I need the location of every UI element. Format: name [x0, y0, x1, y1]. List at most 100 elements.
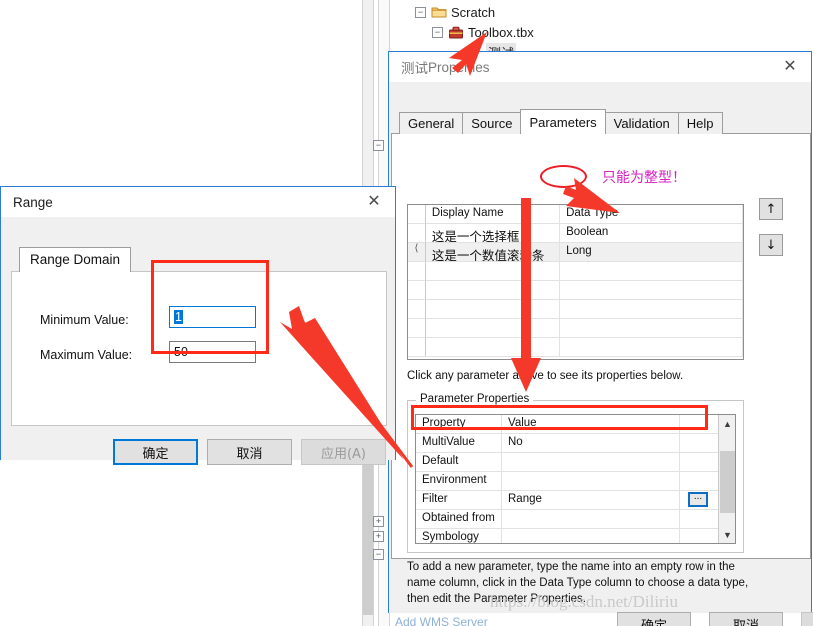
tab-range-domain[interactable]: Range Domain: [19, 247, 132, 272]
annotation-rect-filter-row: [411, 405, 708, 430]
cell-display-name[interactable]: [425, 300, 561, 319]
cell-action[interactable]: ...: [680, 491, 720, 510]
ok-button[interactable]: 确定: [617, 612, 691, 626]
range-apply-button[interactable]: 应用(A): [301, 439, 386, 465]
cell-value[interactable]: No: [502, 434, 680, 453]
table-row[interactable]: [408, 262, 743, 281]
tab-general[interactable]: General: [399, 112, 464, 134]
cell-action[interactable]: [680, 510, 720, 529]
cell-action[interactable]: [680, 529, 720, 543]
cell-property[interactable]: MultiValue: [416, 434, 502, 453]
row-handle[interactable]: [408, 338, 426, 357]
row-handle[interactable]: [408, 224, 426, 243]
cell-data-type[interactable]: [560, 262, 743, 281]
cell-value[interactable]: [502, 453, 680, 472]
cell-action[interactable]: [680, 453, 720, 472]
cell-value[interactable]: Range: [502, 491, 680, 510]
table-row[interactable]: [408, 281, 743, 300]
table-row[interactable]: Symbology: [416, 529, 735, 543]
cell-property[interactable]: Symbology: [416, 529, 502, 543]
expander-minus-icon[interactable]: −: [432, 26, 443, 38]
cell-display-name[interactable]: 这是一个数值滚动条: [425, 243, 561, 262]
table-row[interactable]: [408, 338, 743, 357]
parameter-properties-scrollbar[interactable]: ▲ ▼: [718, 415, 735, 543]
table-row[interactable]: ⟨ 这是一个数值滚动条 Long: [408, 243, 743, 262]
cell-value[interactable]: [502, 472, 680, 491]
cell-property[interactable]: Default: [416, 453, 502, 472]
cell-display-name[interactable]: [425, 262, 561, 281]
group-title: Parameter Properties: [416, 393, 534, 405]
background-expander-icon[interactable]: +: [373, 531, 384, 542]
cell-data-type[interactable]: [560, 319, 743, 338]
column-header-data-type[interactable]: Data Type: [560, 205, 743, 224]
table-row[interactable]: Environment: [416, 472, 735, 491]
screen-root: − Scratch − Toolbox.tbx 测试: [0, 0, 813, 626]
cell-data-type[interactable]: [560, 281, 743, 300]
table-row[interactable]: Default: [416, 453, 735, 472]
parameters-grid[interactable]: Display Name Data Type 这是一个选择框 Boolean ⟨…: [407, 204, 744, 360]
cell-data-type[interactable]: Boolean: [560, 224, 743, 243]
table-row[interactable]: [408, 300, 743, 319]
cancel-button[interactable]: 取消: [709, 612, 783, 626]
chevron-up-icon[interactable]: ▲: [719, 415, 735, 432]
chevron-down-icon[interactable]: ▼: [719, 526, 735, 543]
parameters-hint-text: Click any parameter above to see its pro…: [407, 370, 684, 382]
tree-item-scratch[interactable]: − Scratch: [415, 2, 534, 22]
cell-display-name[interactable]: [425, 319, 561, 338]
range-ok-button[interactable]: 确定: [113, 439, 198, 465]
cell-display-name[interactable]: [425, 281, 561, 300]
move-parameter-down-button[interactable]: ↓: [759, 234, 783, 256]
cell-action[interactable]: [680, 472, 720, 491]
tab-label: Parameters: [529, 115, 597, 130]
cell-display-name[interactable]: 这是一个选择框: [425, 224, 561, 243]
parameters-grid-header: Display Name Data Type: [408, 205, 743, 224]
move-parameter-up-button[interactable]: ↑: [759, 198, 783, 220]
apply-button[interactable]: 应用(A): [801, 612, 813, 626]
tab-parameters[interactable]: Parameters: [520, 109, 606, 134]
cell-property[interactable]: Environment: [416, 472, 502, 491]
cell-data-type[interactable]: [560, 300, 743, 319]
tree-item-label: Toolbox.tbx: [468, 24, 534, 40]
tab-help[interactable]: Help: [677, 112, 723, 134]
parameters-tab-panel: Display Name Data Type 这是一个选择框 Boolean ⟨…: [391, 134, 811, 605]
annotation-note-integer-only: 只能为整型！: [602, 170, 686, 186]
cell-value[interactable]: [502, 510, 680, 529]
column-header-display-name[interactable]: Display Name: [425, 205, 561, 224]
cell-data-type[interactable]: [560, 338, 743, 357]
row-handle[interactable]: [408, 262, 426, 281]
row-handle[interactable]: [408, 319, 426, 338]
cell-action[interactable]: [680, 434, 720, 453]
minimum-value-label: Minimum Value:: [40, 313, 129, 327]
background-expander-icon[interactable]: −: [373, 140, 384, 151]
background-scroll-thumb-left[interactable]: [363, 455, 373, 615]
cell-property[interactable]: Filter: [416, 491, 502, 510]
table-row[interactable]: Obtained from: [416, 510, 735, 529]
range-cancel-button[interactable]: 取消: [207, 439, 292, 465]
row-handle[interactable]: [408, 281, 426, 300]
cell-display-name[interactable]: [425, 338, 561, 357]
close-icon[interactable]: ✕: [775, 53, 805, 81]
tab-validation[interactable]: Validation: [604, 112, 679, 134]
tree-item-toolbox[interactable]: − Toolbox.tbx: [415, 22, 534, 42]
parameter-properties-grid[interactable]: Property Value MultiValue No Default Env…: [415, 414, 736, 544]
expander-minus-icon[interactable]: −: [415, 6, 426, 18]
tab-label: Help: [686, 116, 714, 131]
tab-source[interactable]: Source: [462, 112, 522, 134]
background-expander-icon[interactable]: +: [373, 516, 384, 527]
filter-ellipsis-button[interactable]: ...: [688, 492, 708, 507]
cell-data-type[interactable]: Long: [560, 243, 743, 262]
properties-tabstrip[interactable]: General Source Parameters Validation Hel…: [391, 109, 811, 134]
background-expander-icon[interactable]: −: [373, 549, 384, 560]
close-icon[interactable]: ✕: [359, 188, 389, 216]
row-handle[interactable]: [408, 300, 426, 319]
cell-property[interactable]: Obtained from: [416, 510, 502, 529]
row-handle[interactable]: ⟨: [408, 243, 426, 262]
table-row[interactable]: [408, 319, 743, 338]
tab-label: General: [408, 116, 455, 131]
table-row-filter[interactable]: Filter Range ...: [416, 491, 735, 510]
cell-value[interactable]: [502, 529, 680, 543]
table-row[interactable]: 这是一个选择框 Boolean: [408, 224, 743, 243]
table-row[interactable]: MultiValue No: [416, 434, 735, 453]
tab-label: Validation: [613, 116, 670, 131]
scrollbar-thumb[interactable]: [720, 451, 735, 513]
